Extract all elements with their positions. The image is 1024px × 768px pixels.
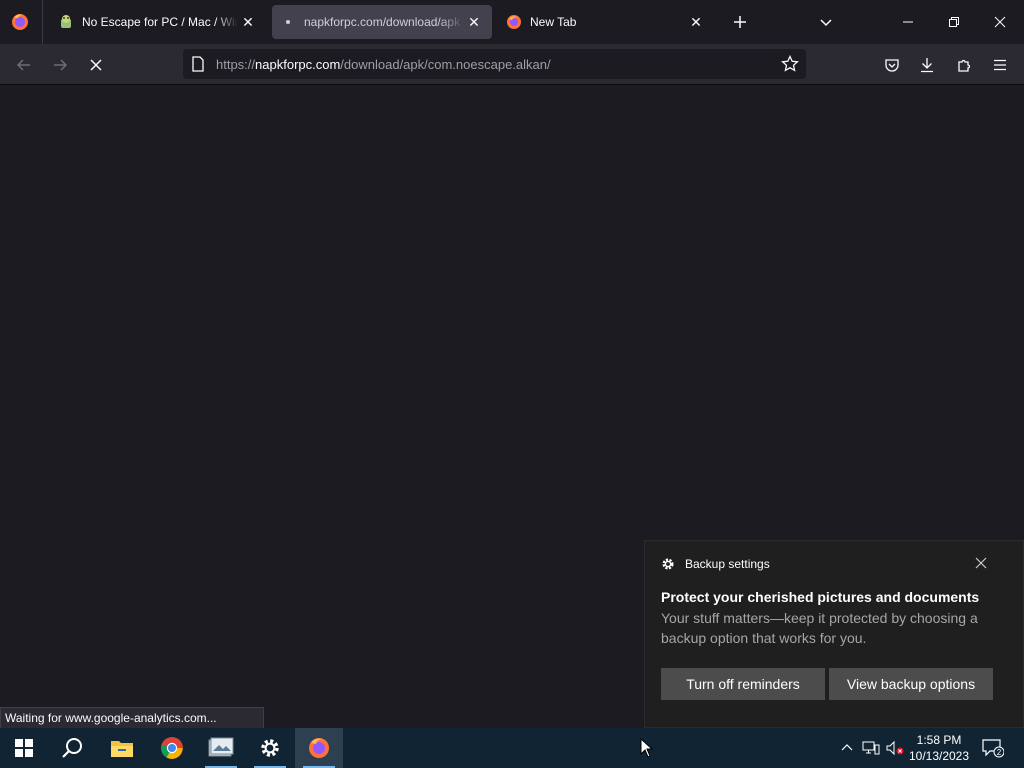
file-explorer-icon[interactable] (98, 728, 146, 768)
tab-close-icon[interactable]: ✕ (238, 12, 258, 32)
new-tab-icon[interactable] (728, 10, 752, 34)
minimize-icon[interactable] (896, 10, 920, 34)
tab-close-icon[interactable]: ✕ (686, 12, 706, 32)
tab-title: New Tab (530, 15, 577, 29)
gear-icon (661, 557, 675, 571)
screen: No Escape for PC / Mac / Wind ✕ napkforp… (0, 0, 1024, 768)
tab-new-tab[interactable]: New Tab ✕ (498, 5, 714, 39)
toast-title: Protect your cherished pictures and docu… (661, 589, 980, 605)
clock-time: 1:58 PM (916, 733, 962, 747)
pocket-icon[interactable] (878, 51, 906, 79)
action-center-icon[interactable]: 2 (980, 728, 1006, 768)
url-prefix: https:// (216, 57, 256, 72)
tab-title: napkforpc.com/download/apk (304, 15, 461, 29)
mouse-cursor-icon (640, 737, 654, 763)
taskbar: 1:58 PM 10/13/2023 2 (0, 728, 1024, 768)
toast-body: Your stuff matters—keep it protected by … (661, 610, 978, 646)
notification-count: 2 (997, 748, 1002, 757)
status-bar: Waiting for www.google-analytics.com... (0, 707, 264, 729)
firefox-view-icon[interactable] (8, 10, 32, 34)
restore-icon[interactable] (942, 10, 966, 34)
volume-muted-icon[interactable] (884, 728, 906, 768)
network-icon[interactable] (860, 728, 882, 768)
tab-separator (42, 0, 43, 44)
stop-loading-icon[interactable] (82, 51, 110, 79)
list-all-tabs-icon[interactable] (814, 10, 838, 34)
tab-close-icon[interactable]: ✕ (464, 12, 484, 32)
extensions-icon[interactable] (950, 51, 978, 79)
photos-icon[interactable] (197, 728, 245, 768)
chrome-icon[interactable] (148, 728, 196, 768)
url-bar[interactable]: https://napkforpc.com/download/apk/com.n… (183, 49, 806, 79)
close-icon[interactable] (972, 554, 990, 572)
tab-napkforpc[interactable]: napkforpc.com/download/apk ✕ (272, 5, 492, 39)
tab-strip: No Escape for PC / Mac / Wind ✕ napkforp… (0, 0, 1024, 44)
forward-icon[interactable] (46, 51, 74, 79)
toast-header: Backup settings (661, 557, 770, 571)
url-text: https://napkforpc.com/download/apk/com.n… (216, 57, 551, 72)
back-icon[interactable] (10, 51, 38, 79)
settings-icon[interactable] (246, 728, 294, 768)
clock-date: 10/13/2023 (908, 749, 970, 763)
turn-off-reminders-button[interactable]: Turn off reminders (661, 668, 825, 700)
android-icon (58, 14, 74, 30)
url-host: napkforpc.com (255, 57, 341, 72)
hamburger-menu-icon[interactable] (986, 51, 1014, 79)
backup-notification: Backup settings Protect your cherished p… (644, 540, 1024, 728)
tab-no-escape[interactable]: No Escape for PC / Mac / Wind ✕ (50, 5, 266, 39)
firefox-icon (506, 14, 522, 30)
downloads-icon[interactable] (913, 51, 941, 79)
search-icon[interactable] (48, 728, 96, 768)
show-hidden-icons-icon[interactable] (838, 728, 856, 768)
loading-indicator (280, 14, 296, 30)
start-icon[interactable] (0, 728, 48, 768)
page-info-icon[interactable] (191, 56, 205, 77)
view-backup-options-button[interactable]: View backup options (829, 668, 993, 700)
system-clock[interactable]: 1:58 PM 10/13/2023 (904, 732, 974, 764)
toast-app-name: Backup settings (685, 557, 770, 571)
close-window-icon[interactable] (988, 10, 1012, 34)
bookmark-star-icon[interactable] (781, 54, 799, 78)
url-path: /download/apk/com.noescape.alkan/ (340, 57, 551, 72)
tab-title: No Escape for PC / Mac / Wind (82, 15, 238, 29)
navigation-toolbar: https://napkforpc.com/download/apk/com.n… (0, 44, 1024, 85)
firefox-taskbar-icon[interactable] (295, 728, 343, 768)
